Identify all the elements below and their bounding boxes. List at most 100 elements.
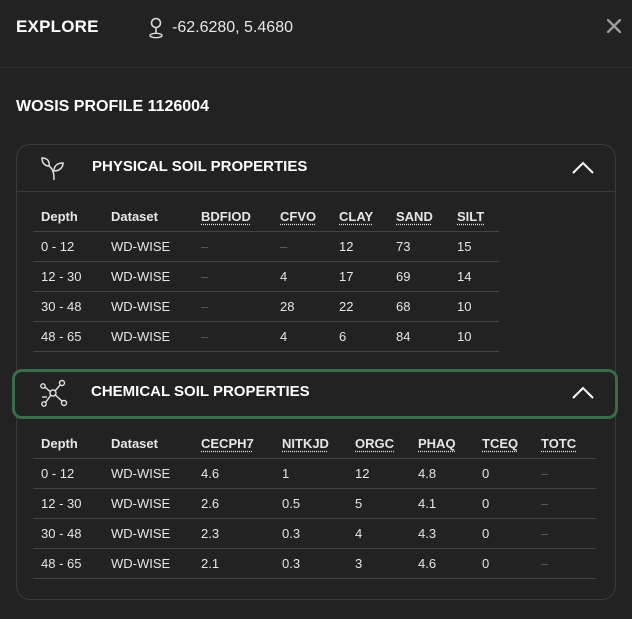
cell: – (193, 321, 272, 352)
column-header-phaq[interactable]: PHAQ (410, 428, 474, 459)
column-header-dataset: Dataset (111, 208, 158, 224)
column-header-sand[interactable]: SAND (388, 201, 449, 232)
column-header-cfvo[interactable]: CFVO (272, 201, 331, 232)
column-header-cecph7[interactable]: CECPH7 (193, 428, 274, 459)
chevron-up-icon (572, 386, 594, 399)
cell: WD-WISE (103, 458, 193, 489)
chemical-properties-header[interactable]: CHEMICAL SOIL PROPERTIES (12, 369, 618, 419)
cell: 12 - 30 (33, 488, 103, 519)
column-header-totc[interactable]: TOTC (533, 428, 596, 459)
cell: 4.6 (193, 458, 274, 489)
cell: 10 (449, 291, 499, 322)
cell: 15 (449, 231, 499, 262)
cell: 28 (272, 291, 331, 322)
molecule-icon (40, 379, 68, 407)
cell: 4.1 (410, 488, 474, 519)
cell: WD-WISE (103, 261, 193, 292)
cell: 2.3 (193, 518, 274, 549)
physical-properties-header[interactable]: PHYSICAL SOIL PROPERTIES (17, 145, 615, 192)
cell: 10 (449, 321, 499, 352)
cell: – (193, 231, 272, 262)
cell: WD-WISE (103, 291, 193, 322)
cell: 0 (474, 548, 533, 579)
cell: 0.3 (274, 518, 347, 549)
cell: WD-WISE (103, 321, 193, 352)
cell: 30 - 48 (33, 518, 103, 549)
cell: 2.6 (193, 488, 274, 519)
cell: 0 - 12 (33, 231, 103, 262)
physical-properties-table: Depth Dataset BDFIOD CFVO CLAY SAND SILT… (33, 201, 499, 352)
cell: 0.5 (274, 488, 347, 519)
table-row: 0 - 12 WD-WISE – – 12 73 15 (33, 231, 499, 262)
cell: 48 - 65 (33, 321, 103, 352)
cell: 4.6 (410, 548, 474, 579)
cell: – (533, 518, 596, 549)
cell: 0 (474, 488, 533, 519)
column-header-depth: Depth (41, 208, 78, 224)
close-icon (607, 19, 621, 33)
table-row: 0 - 12 WD-WISE 4.6 1 12 4.8 0 – (33, 458, 596, 489)
cell: 1 (274, 458, 347, 489)
explore-title: EXPLORE (16, 17, 99, 36)
cell: 69 (388, 261, 449, 292)
coordinates-display: -62.6280, 5.4680 (148, 17, 293, 39)
column-header-nitkjd[interactable]: NITKJD (274, 428, 347, 459)
cell: 4.3 (410, 518, 474, 549)
cell: WD-WISE (103, 518, 193, 549)
cell: 4.8 (410, 458, 474, 489)
table-row: 48 - 65 WD-WISE 2.1 0.3 3 4.6 0 – (33, 548, 596, 579)
profile-title: WOSIS PROFILE 1126004 (16, 98, 209, 115)
sprout-icon (41, 157, 64, 181)
soil-properties-panel: PHYSICAL SOIL PROPERTIES Depth Dataset B… (12, 144, 618, 600)
cell: – (533, 488, 596, 519)
cell: 5 (347, 488, 410, 519)
table-row: 48 - 65 WD-WISE – 4 6 84 10 (33, 321, 499, 352)
cell: 0 (474, 518, 533, 549)
column-header-depth: Depth (41, 435, 78, 451)
column-header-orgc[interactable]: ORGC (347, 428, 410, 459)
explore-header: EXPLORE -62.6280, 5.4680 (0, 0, 632, 68)
cell: 6 (331, 321, 388, 352)
cell: 2.1 (193, 548, 274, 579)
cell: 12 - 30 (33, 261, 103, 292)
cell: – (193, 261, 272, 292)
column-header-clay[interactable]: CLAY (331, 201, 388, 232)
cell: 30 - 48 (33, 291, 103, 322)
cell: 68 (388, 291, 449, 322)
column-header-tceq[interactable]: TCEQ (474, 428, 533, 459)
column-header-silt[interactable]: SILT (449, 201, 499, 232)
table-header-row: Depth Dataset CECPH7 NITKJD ORGC PHAQ TC… (33, 428, 596, 459)
cell: 12 (347, 458, 410, 489)
table-row: 30 - 48 WD-WISE 2.3 0.3 4 4.3 0 – (33, 518, 596, 549)
cell: – (272, 231, 331, 262)
chemical-properties-table: Depth Dataset CECPH7 NITKJD ORGC PHAQ TC… (33, 428, 596, 579)
cell: – (533, 548, 596, 579)
map-pin-icon (149, 17, 163, 39)
cell: 4 (272, 261, 331, 292)
table-row: 12 - 30 WD-WISE 2.6 0.5 5 4.1 0 – (33, 488, 596, 519)
cell: WD-WISE (103, 548, 193, 579)
cell: – (193, 291, 272, 322)
cell: 0.3 (274, 548, 347, 579)
table-row: 12 - 30 WD-WISE – 4 17 69 14 (33, 261, 499, 292)
cell: 0 (474, 458, 533, 489)
cell: – (533, 458, 596, 489)
cell: WD-WISE (103, 231, 193, 262)
close-button[interactable] (604, 16, 624, 36)
cell: 48 - 65 (33, 548, 103, 579)
cell: 4 (347, 518, 410, 549)
column-header-bdfiod[interactable]: BDFIOD (193, 201, 272, 232)
cell: 3 (347, 548, 410, 579)
cell: 17 (331, 261, 388, 292)
chevron-up-icon (572, 161, 594, 174)
coordinates-text: -62.6280, 5.4680 (172, 19, 293, 36)
cell: 12 (331, 231, 388, 262)
cell: 4 (272, 321, 331, 352)
physical-properties-title: PHYSICAL SOIL PROPERTIES (92, 158, 308, 175)
cell: WD-WISE (103, 488, 193, 519)
chemical-properties-title: CHEMICAL SOIL PROPERTIES (91, 383, 310, 400)
table-header-row: Depth Dataset BDFIOD CFVO CLAY SAND SILT (33, 201, 499, 232)
table-row: 30 - 48 WD-WISE – 28 22 68 10 (33, 291, 499, 322)
cell: 84 (388, 321, 449, 352)
cell: 22 (331, 291, 388, 322)
